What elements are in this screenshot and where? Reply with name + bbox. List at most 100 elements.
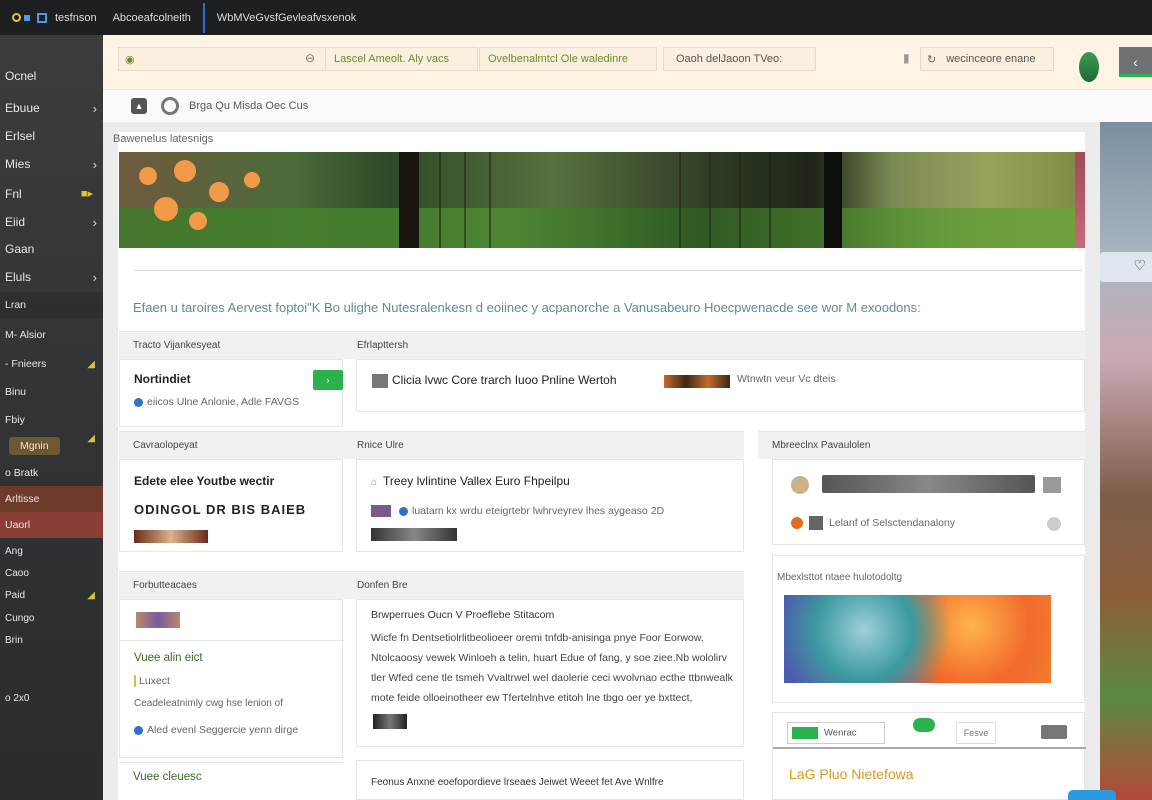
card-title: Vuee alin eict (134, 652, 203, 664)
card-2: Clicia lvwc Core trarch Iuoo Pnline Wert… (356, 359, 1085, 412)
sidebar-item-8[interactable]: Eluls › (0, 264, 103, 290)
card-meta-text: Lelanf of Selsctendanalony (829, 516, 956, 529)
collapse-button[interactable]: ‹ (1119, 47, 1152, 77)
card-line-text: Clicia lvwc Core trarch Iuoo Pnline Wert… (392, 373, 617, 387)
window-icon[interactable] (37, 12, 47, 23)
sidebar-item-5[interactable]: Fnl ■▸ (0, 181, 103, 207)
card-3: Edete elee Youtbe wectir ODINGOL DR BIS … (119, 459, 343, 552)
card-action-button[interactable]: › (313, 370, 343, 390)
thumbnail-image (134, 530, 208, 543)
fence-post (679, 152, 681, 248)
sidebar-item-label: o Bratk (5, 467, 39, 479)
sidebar-item-14[interactable]: Mgnin ◢ (0, 433, 103, 459)
tab-3[interactable]: WbMVeGvsfGevleafvsxenok (217, 12, 356, 24)
sidebar-item-13[interactable]: Fbiy (0, 407, 103, 433)
toolbar-box-4[interactable]: ↻ wecinceore enane (920, 47, 1054, 71)
sidebar-item-label: M- Alsior (5, 329, 46, 341)
toolbar-box-1[interactable]: Lascel Ameolt. Aly vacs (325, 47, 478, 71)
card-title-text: Treey lvlintine Vallex Euro Fhpeilpu (383, 474, 570, 488)
toggle-icon[interactable] (1047, 517, 1061, 531)
play-icon[interactable] (1043, 477, 1061, 493)
sidebar-item-23[interactable]: o 2x0 (0, 685, 103, 711)
globe-icon[interactable] (161, 97, 179, 115)
sidebar-item-label: Eiid (5, 215, 26, 229)
sidebar-item-2[interactable]: Ebuue › (0, 95, 103, 121)
file-icon (809, 516, 823, 530)
trash-icon[interactable]: ▮ (903, 51, 910, 65)
sidebar-item-10[interactable]: M- Alsior (0, 322, 103, 348)
chevron-right-icon: › (92, 156, 97, 172)
card-1: Nortindiet › eiicos Ulne Anlonie, Adle F… (119, 359, 343, 427)
section-header: Tracto Vijankesyeat (119, 331, 343, 359)
toggle-icon[interactable] (1041, 725, 1067, 739)
tab-1[interactable]: tesfnson (55, 12, 97, 24)
sidebar-item-label: Lran (5, 299, 27, 311)
app-logo-mark (24, 14, 30, 21)
card-line: Ceadeleatnimly cwg hse lenion of (134, 698, 283, 709)
search-field[interactable]: ◉ (118, 47, 328, 71)
image-tab[interactable]: ♡ (1100, 252, 1152, 282)
avatar (791, 476, 809, 494)
tab-2[interactable]: Abcoeafcolneith (113, 12, 191, 24)
sidebar-item-label: Ocnel (5, 69, 37, 83)
section-header: Mbreeclnx Pavaulolen (758, 431, 1085, 459)
sidebar-item-7[interactable]: Gaan (0, 236, 103, 262)
card-line-text: Aled evenl Seggercie yenn dirge (147, 724, 299, 736)
sidebar-item-label: Caoo (5, 567, 29, 579)
card-meta: Lelanf of Selsctendanalony (791, 516, 955, 530)
breadcrumb: ▲ Brga Qu Misda Oec Cus (103, 90, 1152, 122)
tag-icon: ⌂ (371, 477, 378, 488)
leaf-icon[interactable] (1079, 52, 1099, 82)
toolbar-box-1-label: Lascel Ameolt. Aly vacs (334, 53, 449, 65)
hero-banner-image (119, 152, 1085, 248)
sidebar-item-label: Cungo (5, 612, 35, 624)
sidebar-item-15[interactable]: o Bratk (0, 460, 103, 486)
sidebar-item-label: Uaorl (5, 519, 31, 531)
fence-post (439, 152, 441, 248)
chevron-right-icon: › (92, 214, 97, 230)
chevron-right-icon: › (92, 100, 97, 116)
toolbar-box-3[interactable]: Oaoh delJaoon TVeo: (663, 47, 816, 71)
search-icon[interactable]: ⊖ (305, 51, 315, 65)
breadcrumb-text[interactable]: Brga Qu Misda Oec Cus (189, 100, 308, 112)
arrow-icon: ◢ (87, 433, 95, 444)
sidebar-item-17[interactable]: Uaorl (0, 512, 103, 538)
home-icon[interactable]: ▲ (131, 98, 147, 114)
sidebar-item-12[interactable]: Binu (0, 379, 103, 405)
fence-post (709, 152, 711, 248)
flower-shape (174, 160, 196, 182)
chip-button[interactable]: Wenrac (787, 722, 885, 744)
sidebar-item-label: Gaan (5, 242, 35, 256)
card-line: Clicia lvwc Core trarch Iuoo Pnline Wert… (372, 373, 617, 388)
chip-button[interactable]: Fesve (956, 722, 996, 744)
toolbar-box-2[interactable]: Ovelbenalmtcl Ole waledinre (479, 47, 657, 71)
sidebar-item-3[interactable]: Erlsel (0, 123, 103, 149)
toggle-switch[interactable] (913, 718, 935, 732)
sidebar-item-1[interactable]: Ocnel (0, 63, 103, 89)
card-subtitle: Luxect (134, 675, 170, 687)
arrow-icon: ◢ (87, 358, 95, 370)
card-title: LaG Pluo Nietefowa (789, 766, 914, 782)
sidebar-item-11[interactable]: - Fnieers ◢ (0, 351, 103, 377)
fence-post (489, 152, 491, 248)
card-5: Lelanf of Selsctendanalony (772, 459, 1085, 545)
card-4: ⌂ Treey lvlintine Vallex Euro Fhpeilpu lu… (356, 459, 744, 552)
sidebar: Ocnel Ebuue › Erlsel Mies › Fnl ■▸ Eiid › Ga… (0, 35, 103, 800)
section-header: Efrlapttersh (343, 331, 1085, 359)
gallery-image[interactable] (784, 595, 1051, 683)
scroll-handle[interactable] (1068, 790, 1116, 800)
media-player-bar[interactable] (822, 475, 1035, 493)
card-meta: eiicos Ulne Anlonie, Adle FAVGS (134, 396, 299, 408)
sidebar-item-label: Arltisse (5, 493, 40, 505)
side-image (1100, 122, 1152, 800)
hero-tree (824, 152, 842, 248)
card-6: Vuee alin eict Luxect Ceadeleatnimly cwg… (119, 599, 344, 758)
heart-icon[interactable]: ♡ (1133, 257, 1146, 274)
app-logo (0, 12, 47, 23)
sidebar-item-6[interactable]: Eiid › (0, 209, 103, 235)
sidebar-item-22[interactable]: Brin (0, 627, 103, 653)
sidebar-item-9[interactable]: Lran (0, 292, 103, 318)
sidebar-item-16[interactable]: Arltisse (0, 486, 103, 512)
info-icon (134, 397, 143, 407)
sidebar-item-4[interactable]: Mies › (0, 151, 103, 177)
